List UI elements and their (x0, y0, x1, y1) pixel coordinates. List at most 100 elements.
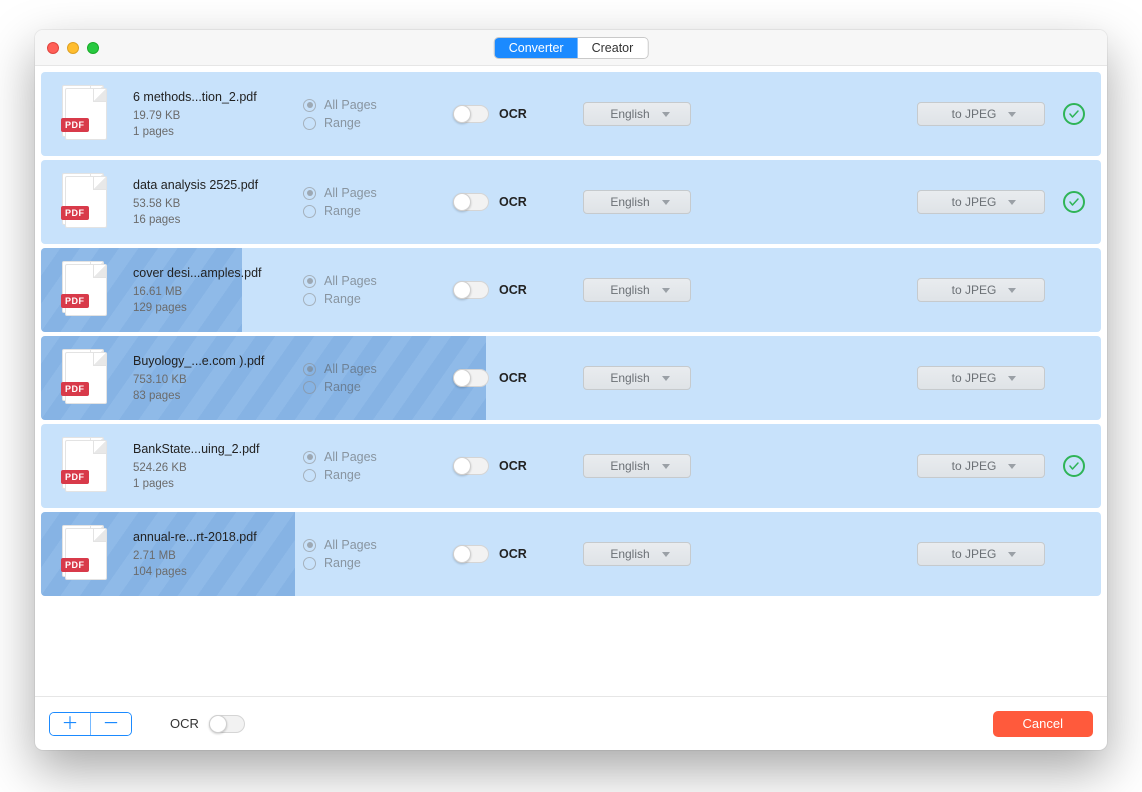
radio-range[interactable]: Range (303, 204, 453, 218)
format-value: to JPEG (952, 283, 997, 297)
radio-range[interactable]: Range (303, 468, 453, 482)
ocr-toggle[interactable] (453, 281, 489, 299)
file-pages: 16 pages (133, 214, 303, 226)
add-button[interactable]: ＋ (50, 713, 90, 735)
chevron-down-icon (1008, 112, 1016, 117)
chevron-down-icon (1008, 464, 1016, 469)
footer: ＋ － OCR Cancel (35, 696, 1107, 750)
page-selection: All Pages Range (303, 270, 453, 310)
language-value: English (610, 371, 649, 385)
ocr-label: OCR (499, 371, 527, 385)
file-meta: BankState...uing_2.pdf 524.26 KB 1 pages (133, 442, 303, 490)
check-icon (1063, 103, 1085, 125)
file-row[interactable]: PDF Buyology_...e.com ).pdf 753.10 KB 83… (41, 336, 1101, 420)
radio-icon (303, 99, 316, 112)
add-remove-group: ＋ － (49, 712, 132, 736)
language-select[interactable]: English (583, 102, 691, 126)
radio-all-pages[interactable]: All Pages (303, 538, 453, 552)
ocr-toggle[interactable] (453, 105, 489, 123)
status (1061, 101, 1087, 127)
file-name: Buyology_...e.com ).pdf (133, 354, 303, 368)
file-meta: cover desi...amples.pdf 16.61 MB 129 pag… (133, 266, 303, 314)
file-row[interactable]: PDF cover desi...amples.pdf 16.61 MB 129… (41, 248, 1101, 332)
radio-all-pages[interactable]: All Pages (303, 450, 453, 464)
ocr-label: OCR (499, 195, 527, 209)
format-select[interactable]: to JPEG (917, 454, 1045, 478)
radio-all-pages[interactable]: All Pages (303, 98, 453, 112)
file-size: 524.26 KB (133, 462, 303, 474)
language-select[interactable]: English (583, 190, 691, 214)
format-select[interactable]: to JPEG (917, 542, 1045, 566)
file-meta: data analysis 2525.pdf 53.58 KB 16 pages (133, 178, 303, 226)
pdf-icon: PDF (65, 264, 107, 316)
radio-all-pages[interactable]: All Pages (303, 362, 453, 376)
status (1061, 365, 1087, 391)
remove-button[interactable]: － (91, 713, 131, 735)
status (1061, 453, 1087, 479)
ocr-toggle[interactable] (453, 193, 489, 211)
range-label: Range (324, 204, 361, 218)
ocr-toggle[interactable] (453, 545, 489, 563)
minimize-icon[interactable] (67, 42, 79, 54)
range-label: Range (324, 556, 361, 570)
file-meta: 6 methods...tion_2.pdf 19.79 KB 1 pages (133, 90, 303, 138)
radio-icon (303, 275, 316, 288)
maximize-icon[interactable] (87, 42, 99, 54)
ocr-block: OCR (453, 369, 583, 387)
cancel-button[interactable]: Cancel (993, 711, 1093, 737)
language-select[interactable]: English (583, 454, 691, 478)
language-select[interactable]: English (583, 278, 691, 302)
format-select[interactable]: to JPEG (917, 278, 1045, 302)
file-name: BankState...uing_2.pdf (133, 442, 303, 456)
file-row[interactable]: PDF annual-re...rt-2018.pdf 2.71 MB 104 … (41, 512, 1101, 596)
file-row[interactable]: PDF BankState...uing_2.pdf 524.26 KB 1 p… (41, 424, 1101, 508)
global-ocr-toggle[interactable] (209, 715, 245, 733)
tab-converter[interactable]: Converter (495, 38, 578, 58)
file-pages: 83 pages (133, 390, 303, 402)
format-value: to JPEG (952, 371, 997, 385)
ocr-label: OCR (499, 547, 527, 561)
global-ocr: OCR (170, 715, 245, 733)
all-pages-label: All Pages (324, 362, 377, 376)
close-icon[interactable] (47, 42, 59, 54)
language-value: English (610, 195, 649, 209)
pdf-badge: PDF (61, 206, 89, 220)
format-select[interactable]: to JPEG (917, 190, 1045, 214)
chevron-down-icon (1008, 552, 1016, 557)
radio-range[interactable]: Range (303, 292, 453, 306)
chevron-down-icon (1008, 376, 1016, 381)
radio-range[interactable]: Range (303, 380, 453, 394)
file-size: 19.79 KB (133, 110, 303, 122)
format-value: to JPEG (952, 107, 997, 121)
file-row[interactable]: PDF data analysis 2525.pdf 53.58 KB 16 p… (41, 160, 1101, 244)
chevron-down-icon (662, 552, 670, 557)
radio-all-pages[interactable]: All Pages (303, 186, 453, 200)
window-controls (47, 42, 99, 54)
mode-tabs: Converter Creator (494, 37, 649, 59)
language-select[interactable]: English (583, 366, 691, 390)
radio-all-pages[interactable]: All Pages (303, 274, 453, 288)
format-select[interactable]: to JPEG (917, 102, 1045, 126)
language-select[interactable]: English (583, 542, 691, 566)
radio-range[interactable]: Range (303, 556, 453, 570)
pdf-badge: PDF (61, 470, 89, 484)
page-selection: All Pages Range (303, 94, 453, 134)
file-name: annual-re...rt-2018.pdf (133, 530, 303, 544)
ocr-toggle[interactable] (453, 369, 489, 387)
ocr-toggle[interactable] (453, 457, 489, 475)
pdf-badge: PDF (61, 118, 89, 132)
file-name: data analysis 2525.pdf (133, 178, 303, 192)
radio-range[interactable]: Range (303, 116, 453, 130)
file-row[interactable]: PDF 6 methods...tion_2.pdf 19.79 KB 1 pa… (41, 72, 1101, 156)
radio-icon (303, 293, 316, 306)
ocr-label: OCR (499, 107, 527, 121)
chevron-down-icon (662, 464, 670, 469)
pdf-icon: PDF (65, 352, 107, 404)
file-size: 53.58 KB (133, 198, 303, 210)
pdf-badge: PDF (61, 294, 89, 308)
file-pages: 104 pages (133, 566, 303, 578)
format-select[interactable]: to JPEG (917, 366, 1045, 390)
language-value: English (610, 547, 649, 561)
pdf-icon: PDF (65, 440, 107, 492)
tab-creator[interactable]: Creator (578, 38, 648, 58)
